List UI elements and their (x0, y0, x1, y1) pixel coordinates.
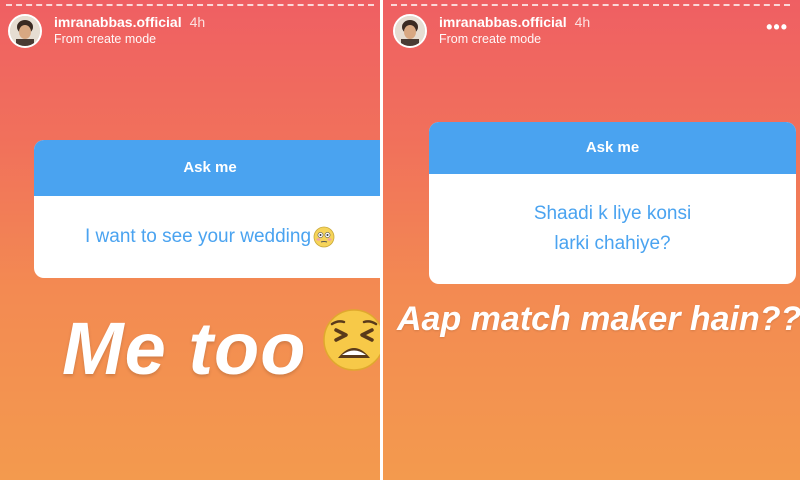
story-panel-right: imranabbas.official 4h From create mode … (383, 0, 800, 480)
story-header: imranabbas.official 4h From create mode (8, 14, 205, 48)
more-options-icon[interactable]: ••• (766, 18, 788, 36)
story-progress-bar (6, 4, 374, 8)
question-sticker: Ask me I want to see your wedding (34, 140, 380, 278)
question-sticker-body: Shaadi k liye konsi larki chahiye? (429, 174, 796, 284)
username[interactable]: imranabbas.official (439, 14, 567, 30)
question-sticker: Ask me Shaadi k liye konsi larki chahiye… (429, 122, 796, 284)
avatar[interactable] (8, 14, 42, 48)
post-time: 4h (574, 14, 591, 30)
avatar[interactable] (393, 14, 427, 48)
username[interactable]: imranabbas.official (54, 14, 182, 30)
story-subtitle: From create mode (54, 32, 157, 46)
tired-face-icon (323, 309, 380, 371)
overlay-text: Me too (62, 307, 307, 390)
story-subtitle: From create mode (439, 32, 542, 46)
flushed-face-icon (313, 226, 335, 248)
question-text: I want to see your wedding (84, 226, 312, 247)
avatar-image (10, 16, 40, 46)
overlay-text: Aap match maker hain??? (397, 300, 800, 338)
avatar-image (395, 16, 425, 46)
question-sticker-header: Ask me (429, 122, 796, 174)
question-sticker-header: Ask me (34, 140, 380, 196)
question-text-line1: Shaadi k liye konsi (533, 203, 692, 224)
story-panel-left: imranabbas.official 4h From create mode … (0, 0, 380, 480)
story-progress-bar (391, 4, 790, 8)
story-header: imranabbas.official 4h From create mode (393, 14, 590, 48)
post-time: 4h (189, 14, 206, 30)
question-text-line2: larki chahiye? (554, 233, 671, 254)
question-sticker-body: I want to see your wedding (34, 196, 380, 278)
